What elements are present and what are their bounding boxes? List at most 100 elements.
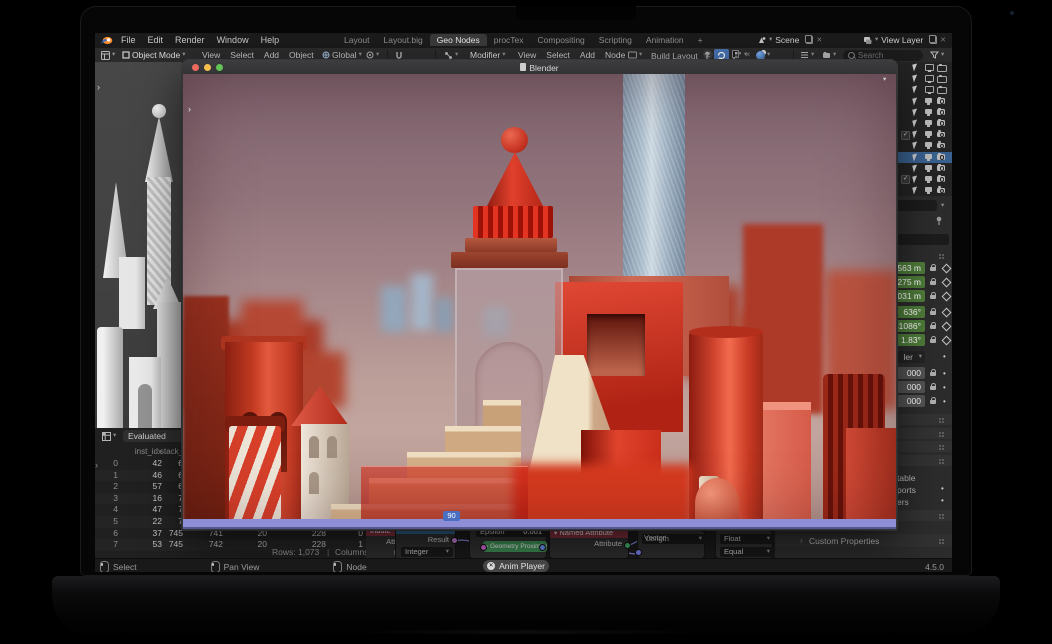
socket-input[interactable] <box>480 544 487 551</box>
hide-viewport-icon[interactable] <box>925 98 932 103</box>
outliner-row[interactable] <box>897 185 952 196</box>
animate-dot-icon[interactable]: • <box>943 352 946 361</box>
anim-player-button[interactable]: ✕ Anim Player <box>483 560 549 572</box>
lock-icon[interactable] <box>930 386 936 390</box>
socket-output[interactable] <box>539 544 546 551</box>
checkbox[interactable]: ✓ <box>901 131 910 140</box>
view-layer-selector[interactable]: ▾ View Layer ✕ <box>863 35 946 45</box>
disable-render-icon[interactable] <box>937 143 945 149</box>
hide-viewport-icon[interactable] <box>925 109 932 114</box>
disable-render-icon[interactable] <box>937 87 947 95</box>
workspace-tab[interactable]: Animation <box>639 34 691 46</box>
panel-expand-icon[interactable]: › <box>97 82 100 92</box>
selectable-toggle-icon[interactable] <box>912 119 919 127</box>
selectable-toggle-icon[interactable] <box>912 187 919 195</box>
search-input[interactable] <box>858 51 906 60</box>
editor-type-button[interactable]: ▾ <box>98 49 118 61</box>
playback-strip[interactable] <box>183 519 896 529</box>
menu-item[interactable]: Select <box>225 50 259 60</box>
selectable-toggle-icon[interactable] <box>912 153 919 161</box>
menu-item[interactable]: View <box>513 50 541 60</box>
pin-icon[interactable] <box>935 216 943 226</box>
animate-dot-icon[interactable]: • <box>941 496 944 505</box>
selectable-toggle-icon[interactable] <box>912 175 919 183</box>
hide-viewport-icon[interactable] <box>925 120 932 125</box>
custom-properties-panel[interactable]: › Custom Properties <box>775 534 952 547</box>
lock-icon[interactable] <box>930 372 936 376</box>
workspace-tab[interactable]: Scripting <box>592 34 639 46</box>
animate-dot-icon[interactable]: • <box>943 383 946 392</box>
workspace-tab[interactable]: Geo Nodes <box>430 34 487 46</box>
scene-selector[interactable]: ▾ Scene ✕ <box>757 35 822 45</box>
outliner-row[interactable] <box>897 84 952 95</box>
outliner-row[interactable] <box>897 152 952 163</box>
filter-button[interactable]: ▾ <box>927 49 947 61</box>
lock-icon[interactable] <box>930 281 936 285</box>
frame-badge[interactable]: 90 <box>443 511 460 521</box>
keyframe-icon[interactable] <box>942 264 952 274</box>
socket-result[interactable] <box>451 537 458 544</box>
render-preview-window[interactable]: Blender › ▾ <box>182 60 897 530</box>
hide-viewport-icon[interactable] <box>925 75 934 82</box>
workspace-tab[interactable]: Compositing <box>531 34 592 46</box>
disable-render-icon[interactable] <box>937 188 945 194</box>
blender-logo-icon[interactable] <box>100 35 113 46</box>
keyframe-icon[interactable] <box>942 278 952 288</box>
socket-vector[interactable] <box>635 549 642 556</box>
spreadsheet-editor-type[interactable]: ▾ <box>99 430 119 442</box>
new-view-layer-icon[interactable] <box>930 36 937 44</box>
workspace-tab[interactable]: + <box>691 34 710 46</box>
mode-selector[interactable]: Object Mode ▾ <box>119 49 188 61</box>
menu-item[interactable]: View <box>197 50 225 60</box>
workspace-tab[interactable]: procTex <box>487 34 531 46</box>
selectable-toggle-icon[interactable] <box>912 142 919 150</box>
socket-attribute[interactable] <box>624 542 631 549</box>
outliner-row[interactable] <box>897 107 952 118</box>
operation-dropdown[interactable]: Equal ▾ <box>720 547 774 557</box>
disable-render-icon[interactable] <box>937 176 945 182</box>
menu-item[interactable]: Window <box>211 35 255 45</box>
hide-viewport-icon[interactable] <box>925 131 932 136</box>
disable-render-icon[interactable] <box>937 154 945 160</box>
lock-icon[interactable] <box>930 400 936 404</box>
hide-viewport-icon[interactable] <box>925 154 932 159</box>
menu-item[interactable]: Edit <box>142 35 170 45</box>
hide-viewport-icon[interactable] <box>925 187 932 192</box>
hide-viewport-icon[interactable] <box>925 165 932 170</box>
outliner-row[interactable]: ✓ <box>897 174 952 185</box>
selectable-toggle-icon[interactable] <box>912 86 919 94</box>
lock-icon[interactable] <box>930 311 936 315</box>
panel-expand-icon[interactable]: › <box>188 104 191 114</box>
close-icon[interactable]: ✕ <box>940 36 946 44</box>
keyframe-icon[interactable] <box>942 292 952 302</box>
menu-item[interactable]: Object <box>284 50 319 60</box>
disable-render-icon[interactable] <box>937 65 947 73</box>
hide-viewport-icon[interactable] <box>925 142 932 147</box>
node-tree-name[interactable]: Build Layout <box>651 51 698 61</box>
menu-item[interactable]: File <box>115 35 142 45</box>
keyframe-icon[interactable] <box>942 308 952 318</box>
hide-viewport-icon[interactable] <box>925 64 934 71</box>
disable-render-icon[interactable] <box>937 98 945 104</box>
disable-render-icon[interactable] <box>937 76 947 84</box>
column-header[interactable]: inst_idx <box>116 447 162 456</box>
chevron-down-icon[interactable]: ▾ <box>883 77 886 84</box>
disable-render-icon[interactable] <box>937 165 945 171</box>
outliner-row[interactable] <box>897 118 952 129</box>
menu-item[interactable]: Add <box>259 50 284 60</box>
lock-icon[interactable] <box>930 339 936 343</box>
node-named-attribute-2[interactable]: ▾ Named Attribute Attribute <box>550 528 628 558</box>
checkbox[interactable]: ✓ <box>901 175 910 184</box>
viewport-3d-clay[interactable]: › <box>95 62 182 428</box>
lock-icon[interactable] <box>930 295 936 299</box>
animate-dot-icon[interactable]: • <box>943 397 946 406</box>
outliner-row[interactable] <box>897 140 952 151</box>
new-scene-icon[interactable] <box>806 36 813 44</box>
outliner-row[interactable] <box>897 96 952 107</box>
menu-item[interactable]: Help <box>255 35 286 45</box>
menu-item[interactable]: Render <box>169 35 211 45</box>
lock-icon[interactable] <box>930 267 936 271</box>
selectable-toggle-icon[interactable] <box>912 97 919 105</box>
disable-render-icon[interactable] <box>937 109 945 115</box>
selectable-toggle-icon[interactable] <box>912 131 919 139</box>
